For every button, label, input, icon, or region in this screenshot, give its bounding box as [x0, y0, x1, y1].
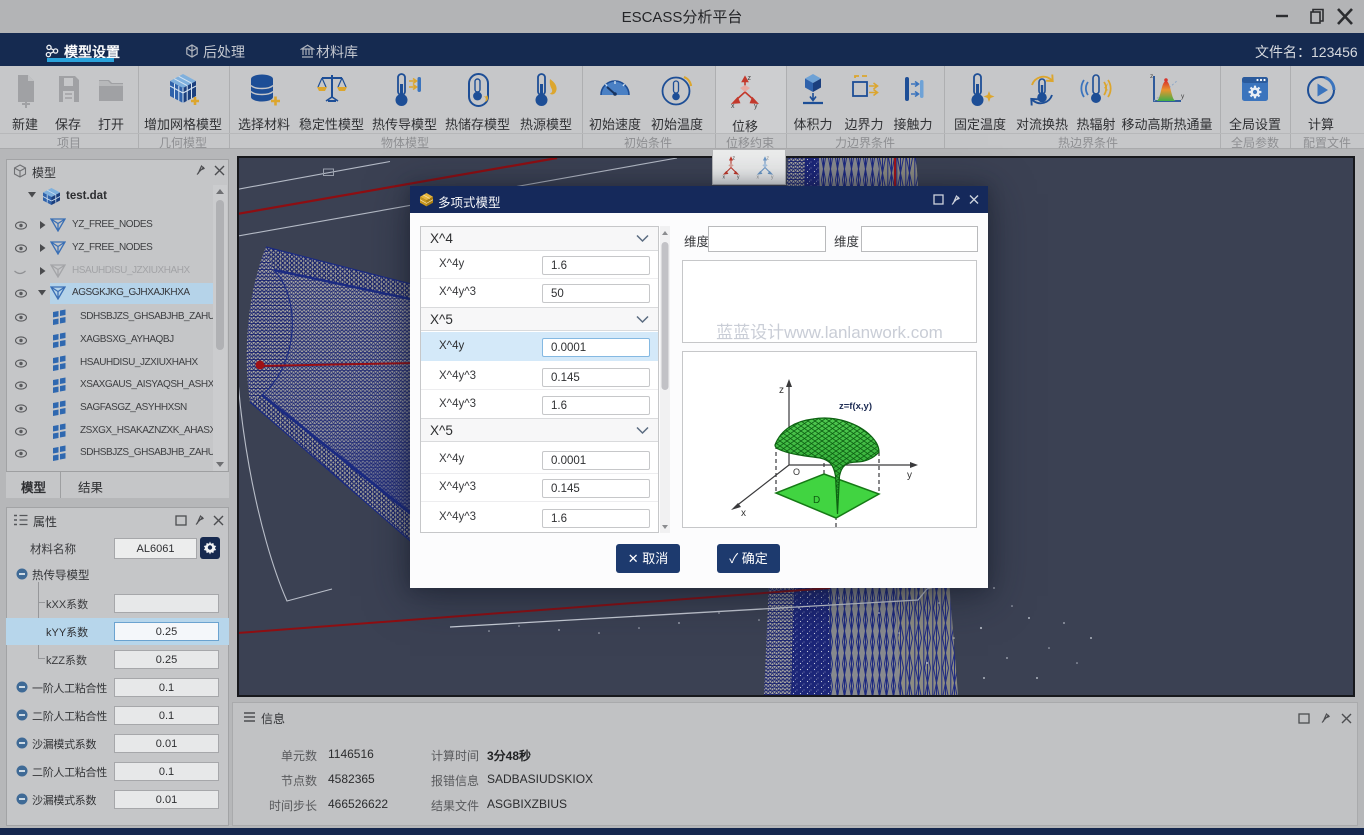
svg-text:y: y — [737, 175, 740, 181]
svg-text:z: z — [1150, 73, 1153, 80]
svg-text:z=f(x,y): z=f(x,y) — [839, 401, 872, 412]
svg-text:x: x — [731, 103, 735, 110]
svg-text:x: x — [723, 175, 726, 181]
svg-text:D: D — [813, 495, 820, 506]
svg-text:z: z — [767, 156, 770, 162]
svg-text:x: x — [741, 508, 746, 519]
svg-text:z: z — [779, 385, 784, 396]
svg-text:O: O — [793, 467, 800, 477]
svg-text:z: z — [748, 75, 752, 82]
svg-text:y: y — [1181, 93, 1185, 100]
svg-text:y: y — [907, 470, 912, 481]
svg-text:y: y — [771, 175, 774, 181]
svg-text:y: y — [754, 103, 758, 110]
svg-text:x: x — [757, 175, 760, 181]
svg-text:z: z — [733, 156, 736, 162]
